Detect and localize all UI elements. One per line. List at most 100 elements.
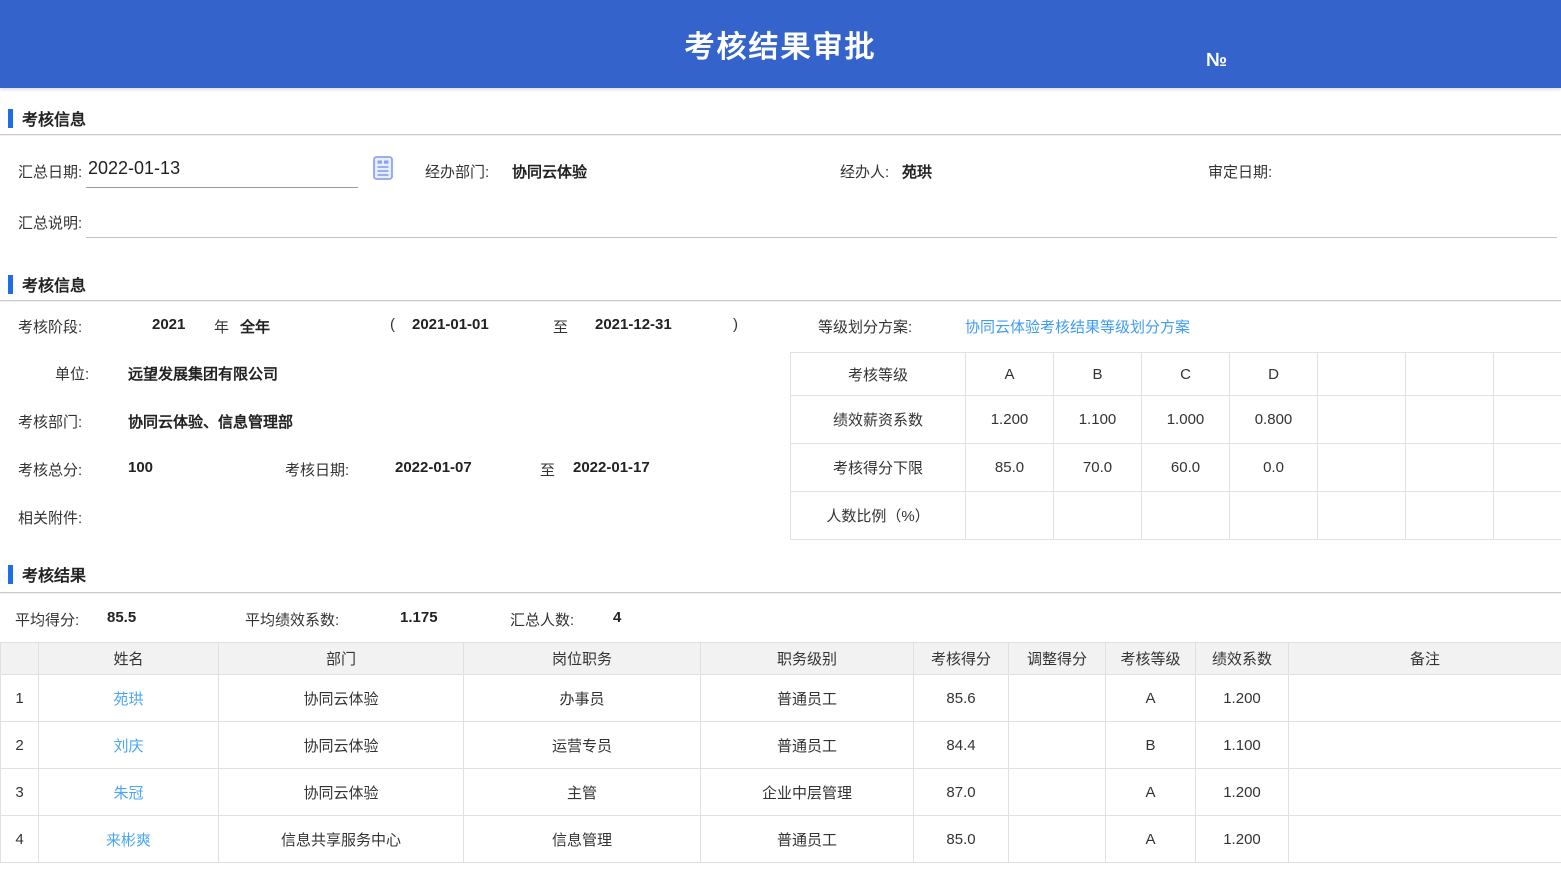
section-divider [0,592,1561,594]
floor-cell: 60.0 [1141,443,1230,492]
summary-note-label: 汇总说明: [18,215,83,232]
cell-grade: B [1105,721,1196,769]
summary-note-input[interactable] [86,204,1557,238]
unit-label: 单位: [55,366,90,383]
cell-score: 84.4 [913,721,1009,769]
section-marker-bar [8,564,13,584]
col-score: 考核得分 [913,642,1009,675]
employee-name-link[interactable]: 朱冠 [38,768,219,816]
avg-score-value: 85.5 [107,609,137,626]
cell-position: 运营专员 [463,721,701,769]
table-row: 2 刘庆 协同云体验 运营专员 普通员工 84.4 B 1.100 [0,721,1561,769]
assess-date-start: 2022-01-07 [395,459,472,476]
grade-ratio-row: 人数比例（%） [790,491,1561,540]
col-name: 姓名 [38,642,219,675]
employee-name-link[interactable]: 苑珙 [38,674,219,722]
avg-score-label: 平均得分: [15,612,80,629]
attachment-label: 相关附件: [18,510,83,527]
cell-dept: 协同云体验 [218,768,464,816]
section-marker-bar [8,108,13,128]
page-title: 考核结果审批 [684,31,877,64]
assess-date-end: 2022-01-17 [573,459,650,476]
cell-level: 企业中层管理 [700,768,914,816]
grade-corner-label: 考核等级 [790,352,966,396]
cell-score: 85.6 [913,674,1009,722]
col-level: 职务级别 [700,642,914,675]
cell-coeff: 1.200 [1195,815,1289,863]
row-label: 考核得分下限 [790,443,966,492]
section-title: 考核信息 [22,278,87,295]
ratio-cell [1229,491,1318,540]
cell-position: 办事员 [463,674,701,722]
cell-dept: 协同云体验 [218,721,464,769]
cell-grade: A [1105,674,1196,722]
col-remark: 备注 [1288,642,1561,675]
phase-end-date: 2021-12-31 [595,316,672,333]
cell-index: 2 [0,721,39,769]
grade-col: A [965,352,1054,396]
ratio-cell [1317,491,1406,540]
cell-remark [1288,674,1561,722]
coeff-cell [1317,395,1406,444]
cell-index: 1 [0,674,39,722]
section-title: 考核结果 [22,568,87,585]
assess-dept-value: 协同云体验、信息管理部 [128,414,294,431]
floor-cell: 85.0 [965,443,1054,492]
floor-cell [1317,443,1406,492]
floor-cell: 0.0 [1229,443,1318,492]
ratio-cell [965,491,1054,540]
summary-date-input[interactable] [86,150,358,188]
cell-coeff: 1.200 [1195,674,1289,722]
grade-coeff-row: 绩效薪资系数 1.200 1.100 1.000 0.800 [790,395,1561,444]
row-label: 人数比例（%） [790,491,966,540]
grade-scheme-table-wrap: 考核等级 A B C D 绩效薪资系数 1.200 1.100 1.000 0.… [790,352,1561,540]
grade-floor-row: 考核得分下限 85.0 70.0 60.0 0.0 [790,443,1561,492]
ratio-cell [1053,491,1142,540]
table-row: 1 苑珙 协同云体验 办事员 普通员工 85.6 A 1.200 [0,674,1561,722]
employee-name-link[interactable]: 刘庆 [38,721,219,769]
calendar-icon[interactable] [372,153,394,181]
grade-col: C [1141,352,1230,396]
total-score-value: 100 [128,459,154,476]
cell-level: 普通员工 [700,721,914,769]
cell-coeff: 1.100 [1195,721,1289,769]
grade-scheme-label: 等级划分方案: [818,319,913,336]
grade-scheme-table: 考核等级 A B C D 绩效薪资系数 1.200 1.100 1.000 0.… [790,352,1561,540]
ratio-cell [1405,491,1494,540]
table-row: 3 朱冠 协同云体验 主管 企业中层管理 87.0 A 1.200 [0,768,1561,816]
col-adjusted: 调整得分 [1008,642,1106,675]
cell-score: 85.0 [913,815,1009,863]
grade-header-row: 考核等级 A B C D [790,352,1561,396]
handler-value: 苑珙 [902,164,933,181]
summary-date-label: 汇总日期: [18,164,83,181]
employee-name-link[interactable]: 来彬爽 [38,815,219,863]
phase-to-label: 至 [553,319,569,336]
handling-dept-value: 协同云体验 [512,164,588,181]
total-score-label: 考核总分: [18,462,83,479]
cell-grade: A [1105,815,1196,863]
cell-adjusted [1008,721,1106,769]
handling-dept-label: 经办部门: [425,164,490,181]
avg-coeff-value: 1.175 [400,609,438,626]
cell-adjusted [1008,815,1106,863]
row-label: 绩效薪资系数 [790,395,966,444]
grade-col [1317,352,1406,396]
coeff-cell: 1.200 [965,395,1054,444]
cell-grade: A [1105,768,1196,816]
review-date-label: 审定日期: [1208,164,1273,181]
grade-col: D [1229,352,1318,396]
col-index [0,642,39,675]
cell-adjusted [1008,674,1106,722]
coeff-cell: 1.000 [1141,395,1230,444]
assess-dept-label: 考核部门: [18,414,83,431]
headcount-value: 4 [613,609,622,626]
assess-date-to-label: 至 [540,462,556,479]
results-table: 姓名 部门 岗位职务 职务级别 考核得分 调整得分 考核等级 绩效系数 备注 1… [0,642,1561,863]
cell-position: 主管 [463,768,701,816]
coeff-cell: 0.800 [1229,395,1318,444]
grade-scheme-link[interactable]: 协同云体验考核结果等级划分方案 [965,316,1190,337]
cell-adjusted [1008,768,1106,816]
section-assessment-detail: 考核信息 [8,272,86,296]
cell-coeff: 1.200 [1195,768,1289,816]
floor-cell [1405,443,1494,492]
